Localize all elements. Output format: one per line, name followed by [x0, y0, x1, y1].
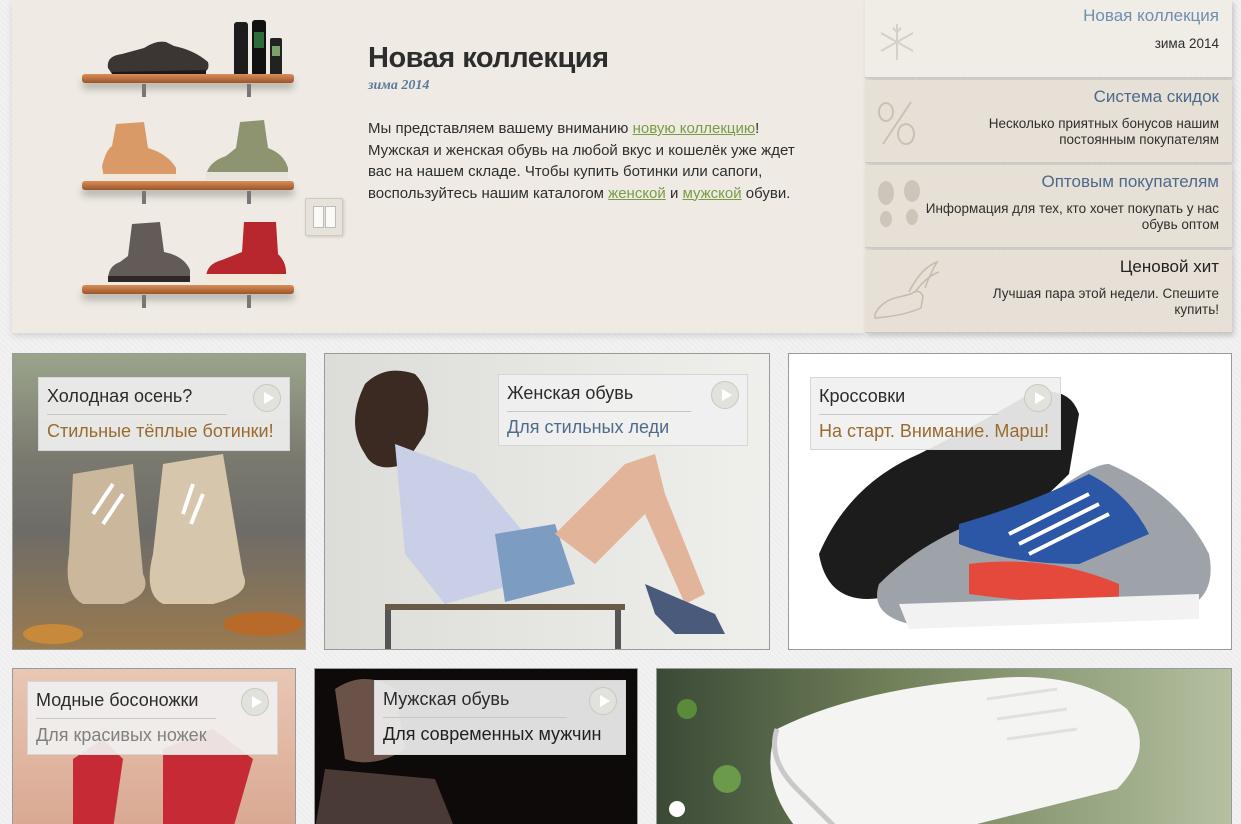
sidebar: Новая коллекция зима 2014 Система скидок… [865, 0, 1232, 333]
green-hiking-boot-image [206, 120, 288, 180]
sidebar-item-new-collection[interactable]: Новая коллекция зима 2014 [865, 0, 1232, 78]
sidebar-item-title: Новая коллекция [1083, 6, 1219, 25]
promo-tile-mens-shoes[interactable]: Мужская обувь Для современных мужчин [314, 668, 638, 824]
tile-caption: Кроссовки На старт. Внимание. Марш! [810, 377, 1061, 450]
sidebar-item-price-hit[interactable]: Ценовой хит Лучшая пара этой недели. Спе… [865, 250, 1232, 333]
promo-tile-sandals[interactable]: Модные босоножки Для красивых ножек [12, 668, 296, 824]
sidebar-item-text: Информация для тех, кто хочет покупать у… [925, 201, 1219, 232]
arrow-right-icon[interactable] [253, 384, 281, 412]
tile-title: Мужская обувь [383, 689, 510, 709]
tile-caption: Модные босоножки Для красивых ножек [27, 681, 278, 755]
sidebar-item-title: Ценовой хит [1119, 257, 1219, 276]
tile-caption: Холодная осень? Стильные тёплые ботинки! [38, 377, 290, 451]
tile-caption: Женская обувь Для стильных леди [498, 374, 748, 446]
promo-tile-autumn-boots[interactable]: Холодная осень? Стильные тёплые ботинки! [12, 353, 306, 650]
sidebar-item-discounts[interactable]: Система скидок Несколько приятных бонусо… [865, 80, 1232, 163]
tile-subtitle: На старт. Внимание. Марш! [819, 421, 1049, 441]
shoe-shelf-illustration [82, 14, 310, 314]
mens-catalog-link[interactable]: мужской [683, 185, 742, 202]
tile-title: Кроссовки [819, 386, 906, 406]
sidebar-item-text: Лучшая пара этой недели. Спешите купить! [992, 286, 1219, 317]
tile-subtitle: Для стильных леди [507, 417, 670, 437]
page-title: Новая коллекция [368, 42, 609, 74]
promo-tile-sneakers[interactable]: Кроссовки На старт. Внимание. Марш! [788, 353, 1232, 650]
tile-subtitle: Стильные тёплые ботинки! [47, 421, 274, 441]
tile-subtitle: Для современных мужчин [383, 724, 602, 744]
arrow-right-icon[interactable] [241, 688, 269, 716]
new-collection-link[interactable]: новую коллекцию [633, 120, 756, 137]
arrow-right-icon[interactable] [711, 381, 739, 409]
hero-banner: Новая коллекция зима 2014 Мы представляе… [12, 0, 865, 333]
snowflake-icon [880, 24, 914, 60]
arrow-right-icon[interactable] [589, 687, 617, 715]
tile-subtitle: Для красивых ножек [36, 725, 207, 745]
sidebar-item-wholesale[interactable]: Оптовым покупателям Информация для тех, … [865, 165, 1232, 248]
tile-title: Холодная осень? [47, 386, 193, 406]
sidebar-item-text: зима 2014 [1154, 36, 1219, 51]
promo-tile-womens-shoes[interactable]: Женская обувь Для стильных леди [324, 353, 770, 650]
brown-shoe-image [107, 41, 209, 76]
winged-shoe-icon [874, 260, 940, 319]
sidebar-item-title: Оптовым покупателям [1041, 172, 1219, 191]
sidebar-item-title: Система скидок [1093, 87, 1219, 106]
red-boot-image [206, 222, 286, 282]
promo-tile-patterned-sneakers[interactable] [656, 668, 1232, 824]
grey-boot-image [108, 222, 190, 282]
light-switch-icon [305, 198, 343, 236]
tan-boot-image [102, 122, 176, 180]
arrow-right-icon[interactable] [1024, 384, 1052, 412]
page-subtitle: зима 2014 [368, 78, 430, 93]
percent-icon [878, 101, 915, 145]
tile-caption: Мужская обувь Для современных мужчин [374, 680, 626, 755]
tile-title: Женская обувь [507, 383, 634, 403]
sidebar-item-text: Несколько приятных бонусов нашим постоян… [988, 116, 1219, 147]
womens-catalog-link[interactable]: женской [608, 185, 666, 202]
tile-title: Модные босоножки [36, 690, 199, 710]
white-sneaker-image [669, 677, 1140, 824]
hero-description: Мы представляем вашему вниманию новую ко… [368, 120, 795, 202]
shoe-care-products-image [234, 20, 282, 76]
